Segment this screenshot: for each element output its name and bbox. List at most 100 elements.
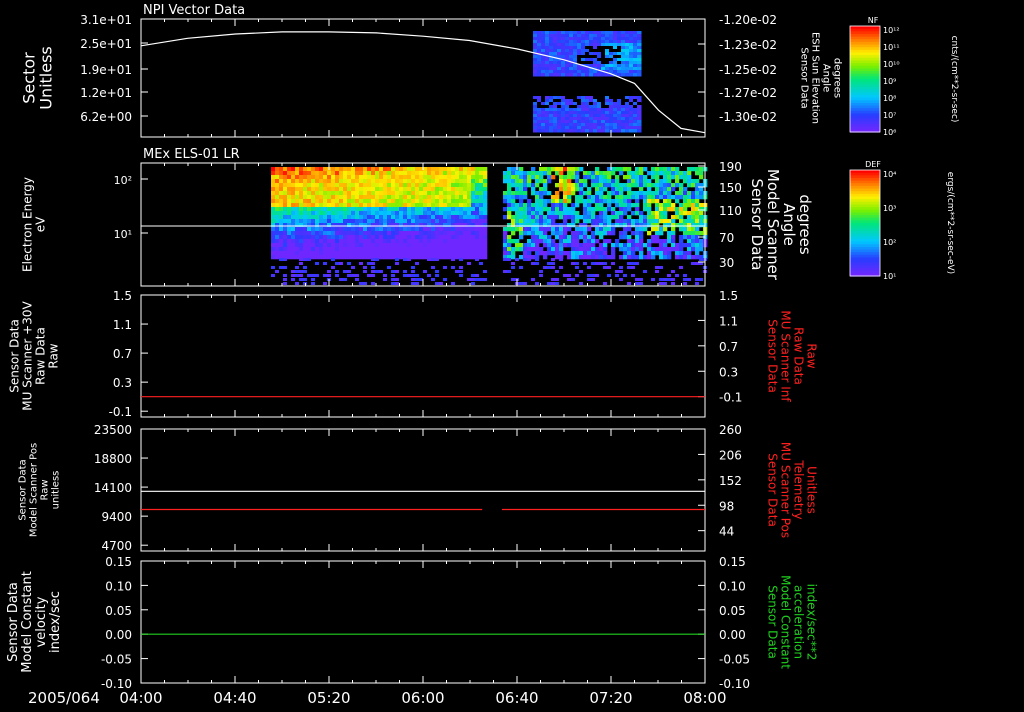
left-tick-label: 0.00: [105, 628, 132, 642]
right-axis-label: Telemetry: [792, 459, 806, 519]
right-tick-label: 152: [719, 474, 742, 488]
axis-frame: [140, 294, 706, 418]
left-tick-label: -0.05: [101, 653, 132, 667]
right-tick-label: -1.20e-02: [719, 13, 777, 27]
left-tick-label: 2.5e+01: [80, 37, 132, 51]
right-tick-label: 150: [719, 181, 742, 195]
left-axis-label: Unitless: [37, 46, 56, 110]
left-tick-label: 1.2e+01: [80, 86, 132, 100]
time-tick-label: 06:40: [495, 689, 538, 707]
time-tick-label: 07:20: [589, 689, 632, 707]
right-tick-label: 70: [719, 231, 734, 245]
colorbar-tick-label: 10⁷: [883, 111, 896, 120]
left-axis-label: unitless: [51, 471, 62, 510]
colorbar-tick-label: 10²: [883, 238, 896, 247]
left-tick-label: 4700: [101, 539, 132, 553]
panel-vel: 0.150.100.050.00-0.05-0.100.150.100.050.…: [6, 555, 819, 691]
colorbar-tick-label: 10¹¹: [883, 43, 900, 52]
right-tick-label: -1.25e-02: [719, 63, 777, 77]
right-tick-label: 260: [719, 423, 742, 437]
left-tick-label: 0.05: [105, 604, 132, 618]
right-axis-label: degrees: [832, 58, 843, 98]
panel-title: NPI Vector Data: [143, 3, 245, 18]
time-tick-label: 05:20: [307, 689, 350, 707]
right-tick-label: 206: [719, 448, 742, 462]
colorbar-tick-label: 10⁴: [883, 170, 896, 179]
right-tick-label: 0.00: [719, 628, 746, 642]
colorbar-tick-label: 10¹²: [883, 26, 900, 35]
colorbar-tick-label: 10¹: [883, 272, 896, 281]
left-tick-label: 10²: [114, 174, 132, 187]
left-axis-label: velocity: [34, 596, 49, 647]
right-axis-label: Model Constant: [779, 575, 793, 669]
left-axis-label: Sensor Data: [18, 459, 29, 520]
left-tick-label: 6.2e+00: [80, 110, 132, 124]
right-axis-label: MU Scanner Pos: [779, 442, 793, 538]
right-axis-label: index/sec**2: [805, 584, 819, 661]
right-tick-label: -0.1: [719, 391, 742, 405]
colorbar-tick-label: 10⁶: [883, 128, 896, 137]
panel-npi: NPI Vector Data 3.1e+01 2.5e+01 1.9e+01 1.2e…: [20, 3, 959, 138]
left-tick-label: 1.9e+01: [80, 63, 132, 77]
right-tick-label: 0.3: [719, 365, 738, 379]
left-tick-label: 0.15: [105, 555, 132, 569]
left-axis-label: Raw: [40, 479, 51, 500]
left-tick-label: 1.5: [113, 289, 132, 303]
right-axis-label: Angle: [780, 203, 798, 246]
right-tick-label: -1.27e-02: [719, 86, 777, 100]
right-axis-label: Sensor Data: [766, 319, 780, 393]
right-tick-label: 190: [719, 160, 742, 174]
colorbar-tick-label: 10⁹: [883, 77, 896, 86]
right-tick-label: 44: [719, 525, 734, 539]
time-tick-label: 04:40: [213, 689, 256, 707]
right-axis-label: MU Scanner Inf: [779, 310, 793, 402]
right-axis-label: Raw Data: [792, 327, 806, 385]
left-tick-label: 0.7: [113, 347, 132, 361]
colorbar-units: ergs/(cm**2-sr-sec-eV): [945, 172, 955, 274]
right-axis-label: Raw: [805, 343, 819, 368]
right-axis-label: ESH Sun Elevation: [810, 32, 821, 124]
right-axis-label: Model Scanner: [764, 169, 782, 281]
left-axis-label: Raw Data: [34, 327, 48, 385]
left-tick-label: 14100: [94, 481, 132, 495]
left-axis-label: Model Scanner Pos: [29, 443, 40, 537]
left-tick-label: -0.1: [109, 405, 132, 419]
panel-els: MEx ELS-01 LR 10² 10¹ 190 150 110 70 30 Electron…: [21, 147, 955, 287]
date-label: 2005/064: [28, 689, 100, 707]
right-axis-label: Unitless: [805, 466, 819, 514]
colorbar-tick-label: 10¹⁰: [883, 60, 900, 69]
right-tick-label: -0.05: [719, 653, 750, 667]
colorbar-units: cnts/(cm**2-sr-sec): [949, 36, 959, 123]
left-tick-label: 0.10: [105, 579, 132, 593]
right-tick-label: 1.5: [719, 289, 738, 303]
axis-frame: [140, 560, 706, 684]
colorbar-tick-label: 10³: [883, 204, 896, 213]
right-tick-label: -1.30e-02: [719, 110, 777, 124]
right-tick-label: 30: [719, 256, 734, 270]
left-tick-label: 9400: [101, 510, 132, 524]
right-axis-label: Sensor Data: [799, 47, 810, 108]
right-tick-label: 1.1: [719, 314, 738, 328]
time-axis-labels: 2005/064 04:00 04:40 05:20 06:00 06:40 07:20 08…: [28, 689, 727, 707]
right-tick-label: 0.10: [719, 579, 746, 593]
right-tick-label: 0.7: [719, 340, 738, 354]
right-axis-label: Sensor Data: [766, 453, 780, 527]
time-tick-label: 04:00: [119, 689, 162, 707]
left-tick-label: 23500: [94, 423, 132, 437]
left-axis-label: MU Scanner +30V: [21, 301, 35, 411]
plot-canvas: NPI Vector Data 3.1e+01 2.5e+01 1.9e+01 1.2e…: [0, 0, 1024, 708]
stacked-time-series-plot: NPI Vector Data 3.1e+01 2.5e+01 1.9e+01 1.2e…: [6, 3, 959, 707]
left-tick-label: 18800: [94, 452, 132, 466]
left-axis-label: index/sec: [48, 591, 63, 653]
right-tick-label: 110: [719, 204, 742, 218]
left-tick-label: 3.1e+01: [80, 13, 132, 27]
right-axis-label: Sensor Data: [748, 179, 766, 271]
colorbar-label: DEF: [865, 160, 881, 169]
left-tick-label: 1.1: [113, 318, 132, 332]
left-axis-label: Raw: [47, 343, 61, 368]
colorbar-label: NF: [868, 16, 879, 25]
right-axis-label: Sensor Data: [766, 585, 780, 659]
time-tick-label: 08:00: [683, 689, 726, 707]
panel-mu30: 1.5 1.1 0.7 0.3 -0.1 1.5 1.1 0.7 0.3 -0.1 Sensor D…: [8, 289, 819, 419]
colorbar-tick-label: 10⁸: [883, 94, 896, 103]
